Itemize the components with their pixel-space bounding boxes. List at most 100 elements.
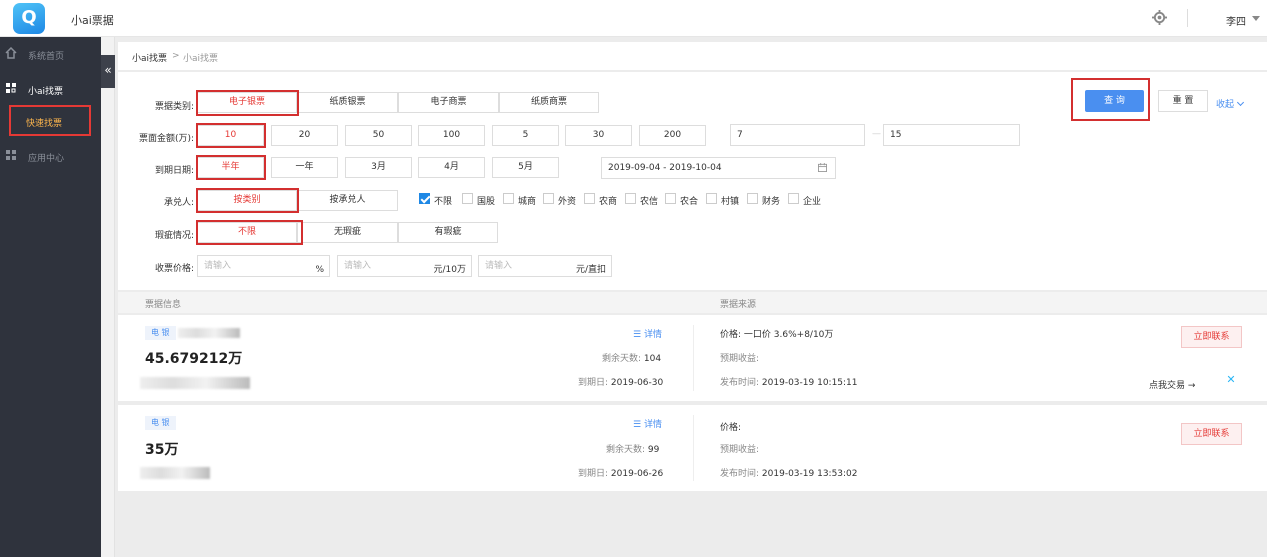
date-range-input[interactable]: 2019-09-04 - 2019-10-04 bbox=[601, 157, 836, 179]
checkbox-label: 不限 bbox=[434, 197, 453, 207]
checkbox-finance[interactable] bbox=[747, 193, 758, 204]
breadcrumb-root[interactable]: 小ai找票 bbox=[132, 51, 167, 64]
option-has-flaw[interactable]: 有瑕疵 bbox=[398, 222, 498, 243]
breadcrumb: 小ai找票 > 小ai找票 bbox=[118, 42, 1267, 70]
flaw-label: 瑕疵情况: bbox=[154, 231, 194, 241]
user-name[interactable]: 李四 bbox=[1226, 13, 1246, 28]
due-date: 到期日: 2019-06-26 bbox=[578, 469, 664, 479]
reset-button[interactable]: 重 置 bbox=[1158, 90, 1208, 112]
collapse-filters-link[interactable]: 收起 bbox=[1216, 97, 1245, 110]
expected-profit: 预期收益: bbox=[720, 354, 760, 364]
checkbox-label: 企业 bbox=[803, 197, 822, 207]
bill-type-label: 票据类别: bbox=[154, 102, 194, 112]
gear-icon[interactable] bbox=[1152, 10, 1167, 25]
checkbox-state-joint[interactable] bbox=[462, 193, 473, 204]
option-4-months[interactable]: 4月 bbox=[418, 157, 485, 178]
sidebar-subitem-quick-find[interactable]: 快速找票 bbox=[9, 105, 91, 136]
redacted-text bbox=[178, 328, 240, 338]
option-e-commercial-bill[interactable]: 电子商票 bbox=[398, 92, 499, 113]
checkbox-label: 农信 bbox=[640, 197, 659, 207]
price-direct-input[interactable]: 请输入 元/直扣 bbox=[478, 255, 612, 277]
checkbox-unlimited[interactable] bbox=[419, 193, 430, 204]
price: 价格: bbox=[720, 423, 742, 433]
option-3-months[interactable]: 3月 bbox=[345, 157, 412, 178]
calendar-icon[interactable] bbox=[818, 163, 827, 172]
option-flaw-unlimited[interactable]: 不限 bbox=[197, 222, 297, 243]
sidebar-item-home[interactable]: 系统首页 bbox=[0, 39, 101, 69]
option-amount-50[interactable]: 50 bbox=[345, 125, 412, 146]
sidebar-collapse-button[interactable]: « bbox=[101, 55, 115, 88]
checkbox-village[interactable] bbox=[706, 193, 717, 204]
option-amount-5[interactable]: 5 bbox=[492, 125, 559, 146]
sidebar-subitem-label: 快速找票 bbox=[26, 119, 63, 129]
chevron-down-icon[interactable] bbox=[1252, 16, 1260, 21]
checkbox-label: 外资 bbox=[558, 197, 577, 207]
logo-letter: Q bbox=[21, 7, 37, 28]
option-amount-100[interactable]: 100 bbox=[418, 125, 485, 146]
app-title: 小ai票据 bbox=[71, 14, 114, 27]
publish-time: 发布时间: 2019-03-19 13:53:02 bbox=[720, 469, 858, 479]
price: 价格: 一口价 3.6%+8/10万 bbox=[720, 330, 834, 340]
date-range-value: 2019-09-04 - 2019-10-04 bbox=[608, 163, 722, 173]
sidebar-item-label: 小ai找票 bbox=[28, 87, 64, 97]
expected-profit: 预期收益: bbox=[720, 445, 760, 455]
detail-link[interactable]: ☰ 详情 bbox=[633, 417, 662, 430]
checkbox-city-commercial[interactable] bbox=[503, 193, 514, 204]
range-separator: — bbox=[872, 129, 881, 139]
contact-now-button[interactable]: 立即联系 bbox=[1181, 423, 1242, 445]
sidebar-item-find-ticket[interactable]: 小ai找票 bbox=[0, 74, 101, 104]
bill-amount: 35万 bbox=[145, 442, 179, 458]
option-by-acceptor[interactable]: 按承兑人 bbox=[297, 190, 398, 211]
result-card[interactable]: 电 银 45.679212万 ☰ 详情 剩余天数: 104 到期日: 2019-… bbox=[118, 315, 1267, 401]
results-header: 票据信息 票据来源 bbox=[118, 292, 1267, 313]
checkbox-label: 农商 bbox=[599, 197, 618, 207]
query-button[interactable]: 查 询 bbox=[1085, 90, 1144, 112]
trade-icon[interactable]: ✕ bbox=[1224, 373, 1238, 391]
list-icon: ☰ bbox=[633, 330, 644, 340]
option-paper-commercial-bill[interactable]: 纸质商票 bbox=[499, 92, 599, 113]
top-header: Q 小ai票据 李四 bbox=[0, 0, 1267, 37]
price-per-10w-input[interactable]: 请输入 元/10万 bbox=[337, 255, 472, 277]
checkbox-rural-credit[interactable] bbox=[625, 193, 636, 204]
acceptor-label: 承兑人: bbox=[163, 198, 194, 208]
apps-icon bbox=[6, 150, 16, 160]
due-date-label: 到期日期: bbox=[154, 166, 194, 176]
option-5-months[interactable]: 5月 bbox=[492, 157, 559, 178]
option-amount-30[interactable]: 30 bbox=[565, 125, 632, 146]
detail-link[interactable]: ☰ 详情 bbox=[633, 327, 662, 340]
checkbox-rural-coop[interactable] bbox=[665, 193, 676, 204]
ticket-icon bbox=[6, 83, 16, 93]
option-e-bank-bill[interactable]: 电子银票 bbox=[197, 92, 297, 113]
option-by-category[interactable]: 按类别 bbox=[197, 190, 297, 211]
collapse-label: 收起 bbox=[1216, 100, 1235, 110]
sidebar-item-label: 系统首页 bbox=[28, 52, 65, 62]
unit-label: 元/直扣 bbox=[575, 265, 606, 275]
option-one-year[interactable]: 一年 bbox=[271, 157, 338, 178]
checkbox-label: 国股 bbox=[477, 197, 496, 207]
result-card[interactable]: 电 银 35万 ☰ 详情 剩余天数: 99 到期日: 2019-06-26 价格… bbox=[118, 405, 1267, 491]
checkbox-foreign[interactable] bbox=[543, 193, 554, 204]
option-amount-10[interactable]: 10 bbox=[197, 125, 264, 146]
checkbox-label: 城商 bbox=[518, 197, 537, 207]
amount-max-input[interactable]: 15 bbox=[883, 124, 1020, 146]
amount-min-input[interactable]: 7 bbox=[730, 124, 865, 146]
sidebar-scrollbar[interactable] bbox=[101, 37, 115, 557]
option-half-year[interactable]: 半年 bbox=[197, 157, 264, 178]
unit-label: 元/10万 bbox=[433, 265, 467, 275]
checkbox-enterprise[interactable] bbox=[788, 193, 799, 204]
trade-link[interactable]: 点我交易 → bbox=[1149, 378, 1195, 391]
placeholder-text: 请输入 bbox=[344, 261, 372, 271]
app-logo[interactable]: Q bbox=[13, 3, 45, 34]
col-bill-info: 票据信息 bbox=[145, 300, 182, 310]
option-amount-20[interactable]: 20 bbox=[271, 125, 338, 146]
option-paper-bank-bill[interactable]: 纸质银票 bbox=[297, 92, 398, 113]
sidebar-item-apps[interactable]: 应用中心 bbox=[0, 141, 101, 171]
option-amount-200[interactable]: 200 bbox=[639, 125, 706, 146]
detail-label: 详情 bbox=[643, 330, 662, 340]
price-percent-input[interactable]: 请输入 % bbox=[197, 255, 330, 277]
checkbox-rural-commercial[interactable] bbox=[584, 193, 595, 204]
contact-now-button[interactable]: 立即联系 bbox=[1181, 326, 1242, 348]
option-no-flaw[interactable]: 无瑕疵 bbox=[297, 222, 398, 243]
unit-label: % bbox=[315, 265, 324, 275]
days-remaining: 剩余天数: 104 bbox=[602, 354, 662, 364]
